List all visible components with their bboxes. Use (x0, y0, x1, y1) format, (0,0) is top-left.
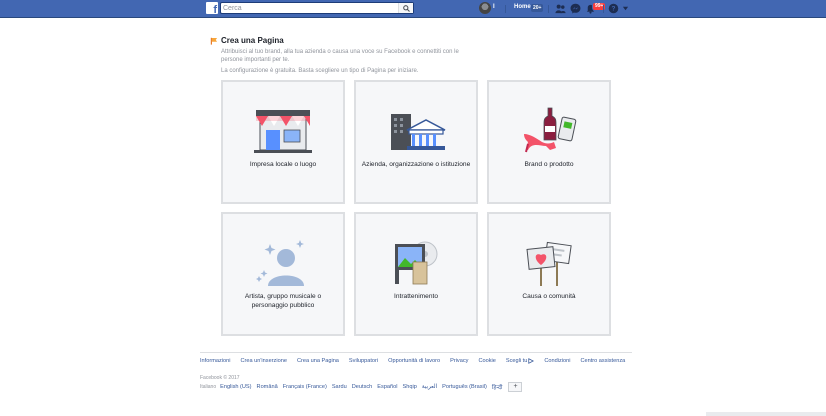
public-figure-icon (256, 240, 304, 286)
current-language: Italiano (200, 384, 217, 390)
page-heading: Crea una Pagina (210, 36, 284, 45)
footer-divider (200, 352, 632, 353)
footer-link-create-page[interactable]: Crea una Pagina (297, 358, 339, 364)
language-selector: Italiano English (US) Română Français (F… (200, 382, 523, 392)
nav-divider (603, 5, 604, 13)
nav-divider (505, 5, 506, 13)
category-card-local-business[interactable]: Impresa locale o luogo (221, 80, 345, 204)
chevron-down-icon[interactable] (622, 5, 629, 12)
footer-link-cookies[interactable]: Cookie (478, 358, 495, 364)
category-card-cause[interactable]: Causa o comunità (487, 212, 611, 336)
language-link[interactable]: Deutsch (352, 384, 373, 390)
signs-icon (526, 241, 572, 286)
facebook-logo-icon[interactable]: f (206, 2, 218, 14)
entertainment-icon (395, 241, 438, 285)
svg-text:?: ? (612, 6, 616, 13)
language-link[interactable]: Shqip (403, 384, 417, 390)
avatar[interactable] (479, 2, 491, 14)
footer-link-ad-choices[interactable]: Scegli tu (505, 358, 535, 364)
footer-link-careers[interactable]: Opportunità di lavoro (388, 358, 440, 364)
language-link[interactable]: العربية (422, 384, 437, 390)
footer-link-about[interactable]: Informazioni (200, 358, 230, 364)
footer-link-help[interactable]: Centro assistenza (580, 358, 625, 364)
category-label: Brand o prodotto (524, 161, 574, 168)
intro-note: La configurazione è gratuita. Basta sceg… (221, 68, 419, 74)
home-count-badge: 20+ (531, 4, 544, 12)
search-icon (402, 4, 410, 12)
category-card-brand[interactable]: Brand o prodotto (487, 80, 611, 204)
category-label: Intrattenimento (394, 293, 438, 300)
footer-link-terms[interactable]: Condizioni (544, 358, 570, 364)
footer-link-developers[interactable]: Sviluppatori (349, 358, 378, 364)
footer-links: Informazioni Crea un'inserzione Crea una… (200, 358, 635, 364)
page-title: Crea una Pagina (221, 36, 284, 45)
top-navigation-bar: f I Home 20+ 99+ ? (0, 0, 826, 18)
language-link[interactable]: Français (France) (283, 384, 327, 390)
language-link[interactable]: हिन्दी (492, 383, 503, 391)
brand-products-icon (524, 107, 577, 153)
footer-link-privacy[interactable]: Privacy (450, 358, 468, 364)
category-label: Causa o comunità (522, 293, 576, 300)
search-input[interactable] (223, 3, 395, 13)
copyright-text: Facebook © 2017 (200, 375, 240, 381)
intro-text: Attribuisci al tuo brand, alla tua azien… (221, 49, 459, 63)
storefront-icon (254, 110, 312, 153)
footer-link-ad-choices-label: Scegli tu (505, 358, 528, 364)
home-link[interactable]: Home (514, 4, 531, 10)
category-card-artist[interactable]: Artista, gruppo musicale o personaggio p… (221, 212, 345, 336)
help-icon[interactable]: ? (608, 3, 619, 14)
category-card-company[interactable]: Azienda, organizzazione o istituzione (354, 80, 478, 204)
search-box (220, 2, 414, 14)
building-icon (391, 114, 446, 150)
friend-requests-icon[interactable] (555, 3, 566, 14)
category-label: Azienda, organizzazione o istituzione (361, 161, 471, 168)
nav-divider (548, 5, 549, 13)
language-link[interactable]: Español (377, 384, 397, 390)
ad-choices-icon (528, 358, 535, 364)
language-link[interactable]: Română (257, 384, 278, 390)
more-languages-button[interactable]: + (508, 382, 523, 392)
footer-link-create-ad[interactable]: Crea un'inserzione (240, 358, 286, 364)
language-link[interactable]: Português (Brasil) (442, 384, 487, 390)
language-link[interactable]: Sardu (332, 384, 347, 390)
search-button[interactable] (398, 3, 413, 13)
category-card-entertainment[interactable]: Intrattenimento (354, 212, 478, 336)
notifications-badge: 99+ (592, 2, 607, 11)
category-label: Artista, gruppo musicale o personaggio p… (244, 293, 322, 309)
messenger-icon[interactable] (570, 3, 581, 14)
profile-link[interactable]: I (493, 4, 495, 10)
category-label: Impresa locale o luogo (249, 161, 317, 168)
language-link[interactable]: English (US) (220, 384, 251, 390)
flag-icon (210, 37, 218, 45)
chat-bar-edge (706, 412, 826, 416)
